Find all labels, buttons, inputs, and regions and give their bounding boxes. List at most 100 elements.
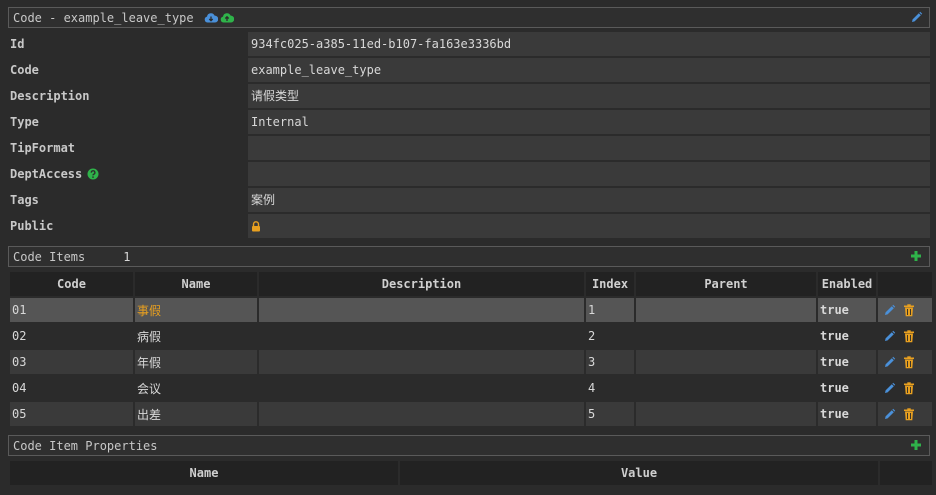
- cell-enabled: true: [818, 298, 876, 322]
- column-header-value[interactable]: Value: [400, 461, 878, 485]
- column-header-name[interactable]: Name: [135, 272, 257, 296]
- cell-code: 02: [12, 329, 27, 343]
- cell-code: 04: [12, 381, 27, 395]
- property-value-code: example_leave_type: [248, 58, 930, 82]
- column-header-parent[interactable]: Parent: [636, 272, 816, 296]
- cell-actions: [878, 350, 932, 374]
- trash-icon[interactable]: [903, 355, 915, 369]
- pencil-icon[interactable]: [883, 330, 896, 343]
- add-code-item-property-button[interactable]: [909, 438, 923, 452]
- cell-name-link[interactable]: 事假: [135, 298, 257, 322]
- property-row-deptaccess: DeptAccess: [8, 162, 930, 186]
- trash-icon[interactable]: [903, 303, 915, 317]
- column-header-enabled[interactable]: Enabled: [818, 272, 876, 296]
- code-item-properties-table: Name Value: [8, 459, 934, 487]
- pencil-icon[interactable]: [883, 408, 896, 421]
- page-title: Code - example_leave_type: [13, 10, 194, 25]
- cell-description: [259, 298, 584, 322]
- question-circle-icon[interactable]: [87, 168, 99, 180]
- cell-description: [259, 376, 584, 400]
- column-header-index[interactable]: Index: [586, 272, 634, 296]
- cell-enabled: true: [820, 381, 849, 395]
- property-value-id: 934fc025-a385-11ed-b107-fa163e3336bd: [248, 32, 930, 56]
- cell-description: [259, 402, 584, 426]
- cloud-download-icon[interactable]: [204, 12, 218, 24]
- cell-code: 05: [10, 402, 133, 426]
- table-row[interactable]: 02 病假 2 true: [10, 324, 932, 348]
- trash-icon[interactable]: [903, 407, 915, 421]
- code-items-table: Code Name Description Index Parent Enabl…: [8, 270, 934, 428]
- property-label: Tags: [10, 193, 39, 207]
- cell-enabled: true: [818, 402, 876, 426]
- property-value-tags: 案例: [248, 188, 930, 212]
- cell-code: 01: [10, 298, 133, 322]
- column-header-actions: [878, 272, 932, 296]
- property-label-deptaccess: DeptAccess: [10, 162, 99, 186]
- cell-parent: [636, 402, 816, 426]
- lock-icon: [251, 220, 261, 232]
- property-row-tipformat: TipFormat: [8, 136, 930, 160]
- cell-index: 3: [586, 350, 634, 374]
- property-label: Public: [10, 219, 54, 233]
- property-label: TipFormat: [10, 141, 76, 155]
- cell-actions: [878, 324, 932, 348]
- cell-enabled: true: [818, 350, 876, 374]
- section-title: Code Item Properties: [13, 438, 158, 453]
- cell-actions: [878, 376, 932, 400]
- property-value-description: 请假类型: [248, 84, 930, 108]
- cell-name-link[interactable]: 会议: [135, 376, 257, 400]
- pencil-icon[interactable]: [883, 382, 896, 395]
- property-value-type: Internal: [248, 110, 930, 134]
- cell-index: 1: [586, 298, 634, 322]
- property-label: Description: [10, 89, 90, 103]
- edit-code-button[interactable]: [910, 11, 923, 24]
- property-value-tipformat: [248, 136, 930, 160]
- column-header-description[interactable]: Description: [259, 272, 584, 296]
- cell-description: [259, 324, 584, 348]
- table-row[interactable]: 05 出差 5 true: [10, 402, 932, 426]
- cell-parent: [636, 350, 816, 374]
- cell-parent: [636, 376, 816, 400]
- property-label: Type: [10, 115, 39, 129]
- property-label: Code: [10, 63, 39, 77]
- cell-index: 5: [586, 402, 634, 426]
- cell-description: [259, 350, 584, 374]
- cell-name-link[interactable]: 年假: [135, 350, 257, 374]
- add-code-item-button[interactable]: [909, 249, 923, 263]
- property-row-id: Id 934fc025-a385-11ed-b107-fa163e3336bd: [8, 32, 930, 56]
- code-header: Code - example_leave_type: [8, 7, 930, 28]
- cell-name-link[interactable]: 出差: [135, 402, 257, 426]
- table-header-row: Name Value: [10, 461, 932, 485]
- property-value-deptaccess: [248, 162, 930, 186]
- pencil-icon[interactable]: [883, 304, 896, 317]
- cell-actions: [878, 402, 932, 426]
- property-label: Id: [10, 37, 25, 51]
- property-label-text: DeptAccess: [10, 167, 83, 181]
- property-row-type: Type Internal: [8, 110, 930, 134]
- column-header-code[interactable]: Code: [10, 272, 133, 296]
- property-row-public: Public: [8, 214, 930, 238]
- column-header-name[interactable]: Name: [10, 461, 398, 485]
- table-row[interactable]: 04 会议 4 true: [10, 376, 932, 400]
- cell-code: 03: [10, 350, 133, 374]
- cloud-upload-icon[interactable]: [220, 12, 234, 24]
- table-header-row: Code Name Description Index Parent Enabl…: [10, 272, 932, 296]
- pencil-icon[interactable]: [883, 356, 896, 369]
- cell-actions: [878, 298, 932, 322]
- property-value-public: [248, 214, 930, 238]
- table-row[interactable]: 03 年假 3 true: [10, 350, 932, 374]
- cell-index: 2: [588, 329, 596, 343]
- cell-index: 4: [588, 381, 596, 395]
- property-row-description: Description 请假类型: [8, 84, 930, 108]
- table-row[interactable]: 01 事假 1 true: [10, 298, 932, 322]
- cell-name-link[interactable]: 病假: [135, 324, 257, 348]
- trash-icon[interactable]: [903, 381, 915, 395]
- cell-parent: [636, 324, 816, 348]
- section-title: Code Items: [13, 249, 86, 264]
- property-row-tags: Tags 案例: [8, 188, 930, 212]
- code-items-section-header: Code Items 1: [8, 246, 930, 267]
- property-row-code: Code example_leave_type: [8, 58, 930, 82]
- code-item-properties-section-header: Code Item Properties: [8, 435, 930, 456]
- trash-icon[interactable]: [903, 329, 915, 343]
- cell-parent: [636, 298, 816, 322]
